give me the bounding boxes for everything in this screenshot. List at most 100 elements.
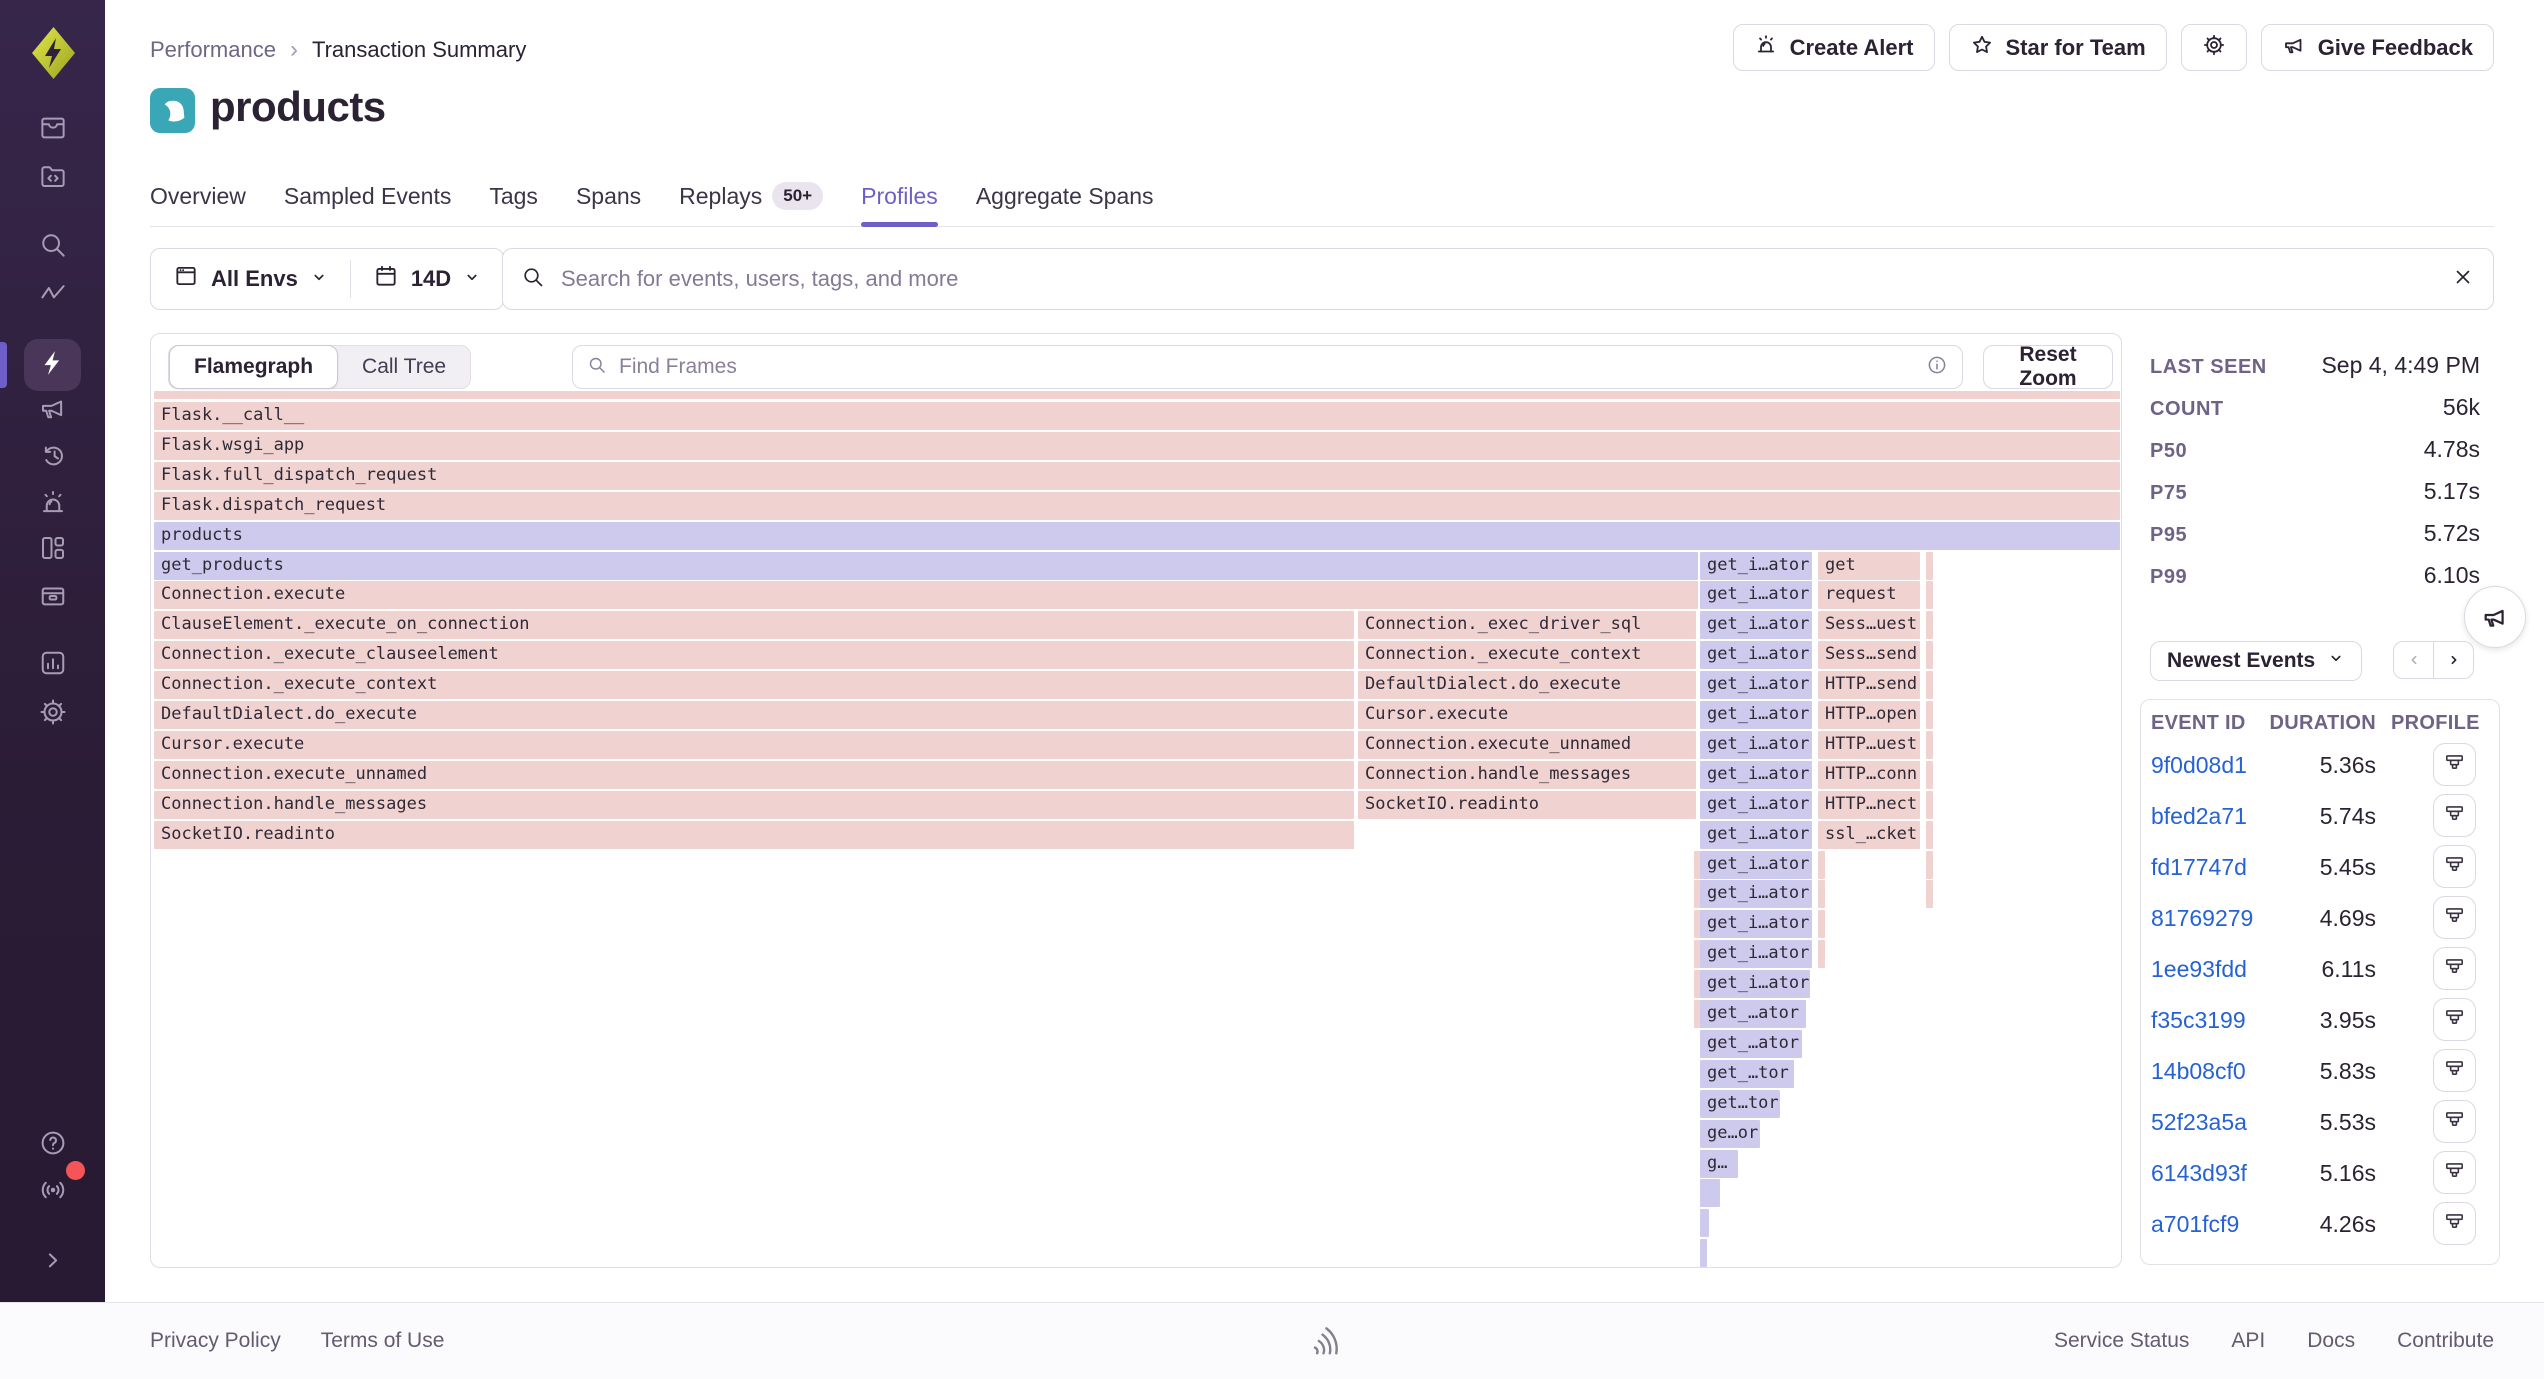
flame-frame[interactable]: get_i…ator	[1700, 761, 1812, 789]
flamegraph-canvas[interactable]: Flask.__call__Flask.wsgi_appFlask.full_d…	[152, 390, 2121, 1268]
footer-link-privacy-policy[interactable]: Privacy Policy	[150, 1329, 281, 1353]
flame-frame[interactable]: get_…tor	[1700, 1060, 1794, 1088]
flame-frame[interactable]: Connection.execute	[154, 581, 1698, 609]
floating-feedback-button[interactable]	[2464, 586, 2526, 648]
date-range-selector[interactable]: 14D	[351, 249, 503, 309]
flame-frame[interactable]: g…	[1700, 1150, 1738, 1178]
flame-frame[interactable]: request	[1818, 581, 1920, 609]
view-profile-button[interactable]	[2433, 896, 2476, 939]
flame-frame[interactable]: get_…ator	[1700, 1000, 1806, 1028]
event-id-link[interactable]: 6143d93f	[2151, 1160, 2247, 1187]
flame-frame[interactable]	[1926, 611, 1933, 639]
flame-frame[interactable]: HTTP…send	[1818, 671, 1920, 699]
flame-frame[interactable]: Connection.handle_messages	[154, 791, 1354, 819]
flame-frame[interactable]: Flask.wsgi_app	[154, 432, 2120, 460]
flame-frame[interactable]	[1700, 1209, 1709, 1237]
event-id-link[interactable]: a701fcf9	[2151, 1211, 2239, 1238]
sidebar-item-settings[interactable]	[24, 688, 81, 740]
flame-frame[interactable]: Connection._exec_driver_sql	[1358, 611, 1696, 639]
view-profile-button[interactable]	[2433, 1100, 2476, 1143]
flame-frame[interactable]: get_i…ator	[1700, 970, 1810, 998]
flame-frame[interactable]: ssl_…cket	[1818, 821, 1920, 849]
view-profile-button[interactable]	[2433, 947, 2476, 990]
sidebar-item-releases[interactable]	[24, 571, 81, 623]
flame-frame[interactable]: Connection._execute_context	[1358, 641, 1696, 669]
footer-link-docs[interactable]: Docs	[2307, 1329, 2355, 1353]
event-id-link[interactable]: 52f23a5a	[2151, 1109, 2247, 1136]
events-sort-dropdown[interactable]: Newest Events	[2150, 641, 2362, 681]
find-frames-input[interactable]	[617, 354, 1916, 380]
sidebar-item-dashboards[interactable]	[24, 524, 81, 576]
flame-frame[interactable]	[1926, 671, 1933, 699]
footer-link-service-status[interactable]: Service Status	[2054, 1329, 2189, 1353]
view-profile-button[interactable]	[2433, 794, 2476, 837]
flame-frame[interactable]: Connection._execute_context	[154, 671, 1354, 699]
flame-frame[interactable]	[1926, 641, 1933, 669]
footer-link-terms-of-use[interactable]: Terms of Use	[321, 1329, 445, 1353]
sidebar-item-projects[interactable]	[24, 152, 81, 204]
sidebar-item-search[interactable]	[24, 221, 81, 273]
flame-frame[interactable]: get_i…ator	[1700, 671, 1812, 699]
event-id-link[interactable]: 9f0d08d1	[2151, 752, 2247, 779]
star-for-team-button[interactable]: Star for Team	[1949, 24, 2167, 71]
previous-page-button[interactable]	[2393, 641, 2434, 679]
flame-frame[interactable]: Cursor.execute	[154, 731, 1354, 759]
flame-frame[interactable]	[1818, 910, 1825, 938]
flame-frame[interactable]: get…tor	[1700, 1090, 1780, 1118]
flame-frame[interactable]	[1926, 701, 1933, 729]
sentry-logo[interactable]	[31, 26, 76, 85]
flame-frame[interactable]	[1818, 851, 1825, 879]
flame-frame[interactable]	[1926, 791, 1933, 819]
flame-frame[interactable]: Flask.full_dispatch_request	[154, 462, 2120, 490]
breadcrumb-parent[interactable]: Performance	[150, 37, 276, 63]
search-input[interactable]	[559, 265, 2437, 293]
flame-frame[interactable]: HTTP…open	[1818, 701, 1920, 729]
reset-zoom-button[interactable]: Reset Zoom	[1983, 345, 2113, 389]
flame-frame[interactable]: HTTP…uest	[1818, 731, 1920, 759]
view-toggle-call-tree[interactable]: Call Tree	[338, 345, 470, 389]
tab-tags[interactable]: Tags	[489, 166, 538, 226]
flame-frame[interactable]: get_i…ator	[1700, 611, 1812, 639]
flame-frame[interactable]: HTTP…conn	[1818, 761, 1920, 789]
clear-search-icon[interactable]	[2451, 265, 2475, 294]
sidebar-item-collapse[interactable]	[24, 1236, 81, 1288]
tab-replays[interactable]: Replays50+	[679, 166, 823, 226]
view-profile-button[interactable]	[2433, 743, 2476, 786]
flame-frame[interactable]: get_i…ator	[1700, 791, 1812, 819]
view-toggle-flamegraph[interactable]: Flamegraph	[169, 345, 338, 389]
environment-selector[interactable]: All Envs	[151, 249, 350, 309]
tab-sampled-events[interactable]: Sampled Events	[284, 166, 451, 226]
next-page-button[interactable]	[2433, 641, 2474, 679]
view-profile-button[interactable]	[2433, 1049, 2476, 1092]
view-profile-button[interactable]	[2433, 845, 2476, 888]
flame-frame[interactable]	[1926, 761, 1933, 789]
flame-frame[interactable]: Sess…send	[1818, 641, 1920, 669]
flame-frame[interactable]: SocketIO.readinto	[1358, 791, 1696, 819]
event-id-link[interactable]: 14b08cf0	[2151, 1058, 2246, 1085]
flame-frame[interactable]	[1700, 1239, 1707, 1267]
event-id-link[interactable]: fd17747d	[2151, 854, 2247, 881]
event-id-link[interactable]: 1ee93fdd	[2151, 956, 2247, 983]
flame-frame[interactable]: DefaultDialect.do_execute	[1358, 671, 1696, 699]
flame-frame[interactable]: get_i…ator	[1700, 641, 1812, 669]
event-id-link[interactable]: 81769279	[2151, 905, 2253, 932]
tab-spans[interactable]: Spans	[576, 166, 641, 226]
flame-frame[interactable]	[1926, 731, 1933, 759]
flame-frame[interactable]	[1926, 552, 1933, 580]
sidebar-item-replays[interactable]	[24, 432, 81, 484]
flame-frame[interactable]	[1700, 1179, 1720, 1207]
sidebar-item-whats-new[interactable]	[24, 1166, 81, 1218]
footer-link-api[interactable]: API	[2231, 1329, 2265, 1353]
give-feedback-button[interactable]: Give Feedback	[2261, 24, 2494, 71]
flame-frame[interactable]: get_i…ator	[1700, 701, 1812, 729]
flame-frame[interactable]: Sess…uest	[1818, 611, 1920, 639]
sidebar-item-stats[interactable]	[24, 639, 81, 691]
flame-frame[interactable]: get	[1818, 552, 1920, 580]
tab-aggregate-spans[interactable]: Aggregate Spans	[976, 166, 1154, 226]
view-profile-button[interactable]	[2433, 1151, 2476, 1194]
flame-frame[interactable]: ClauseElement._execute_on_connection	[154, 611, 1354, 639]
event-id-link[interactable]: bfed2a71	[2151, 803, 2247, 830]
info-icon[interactable]	[1926, 354, 1948, 381]
flame-frame[interactable]	[1926, 851, 1933, 879]
flame-frame[interactable]: get_i…ator	[1700, 940, 1812, 968]
